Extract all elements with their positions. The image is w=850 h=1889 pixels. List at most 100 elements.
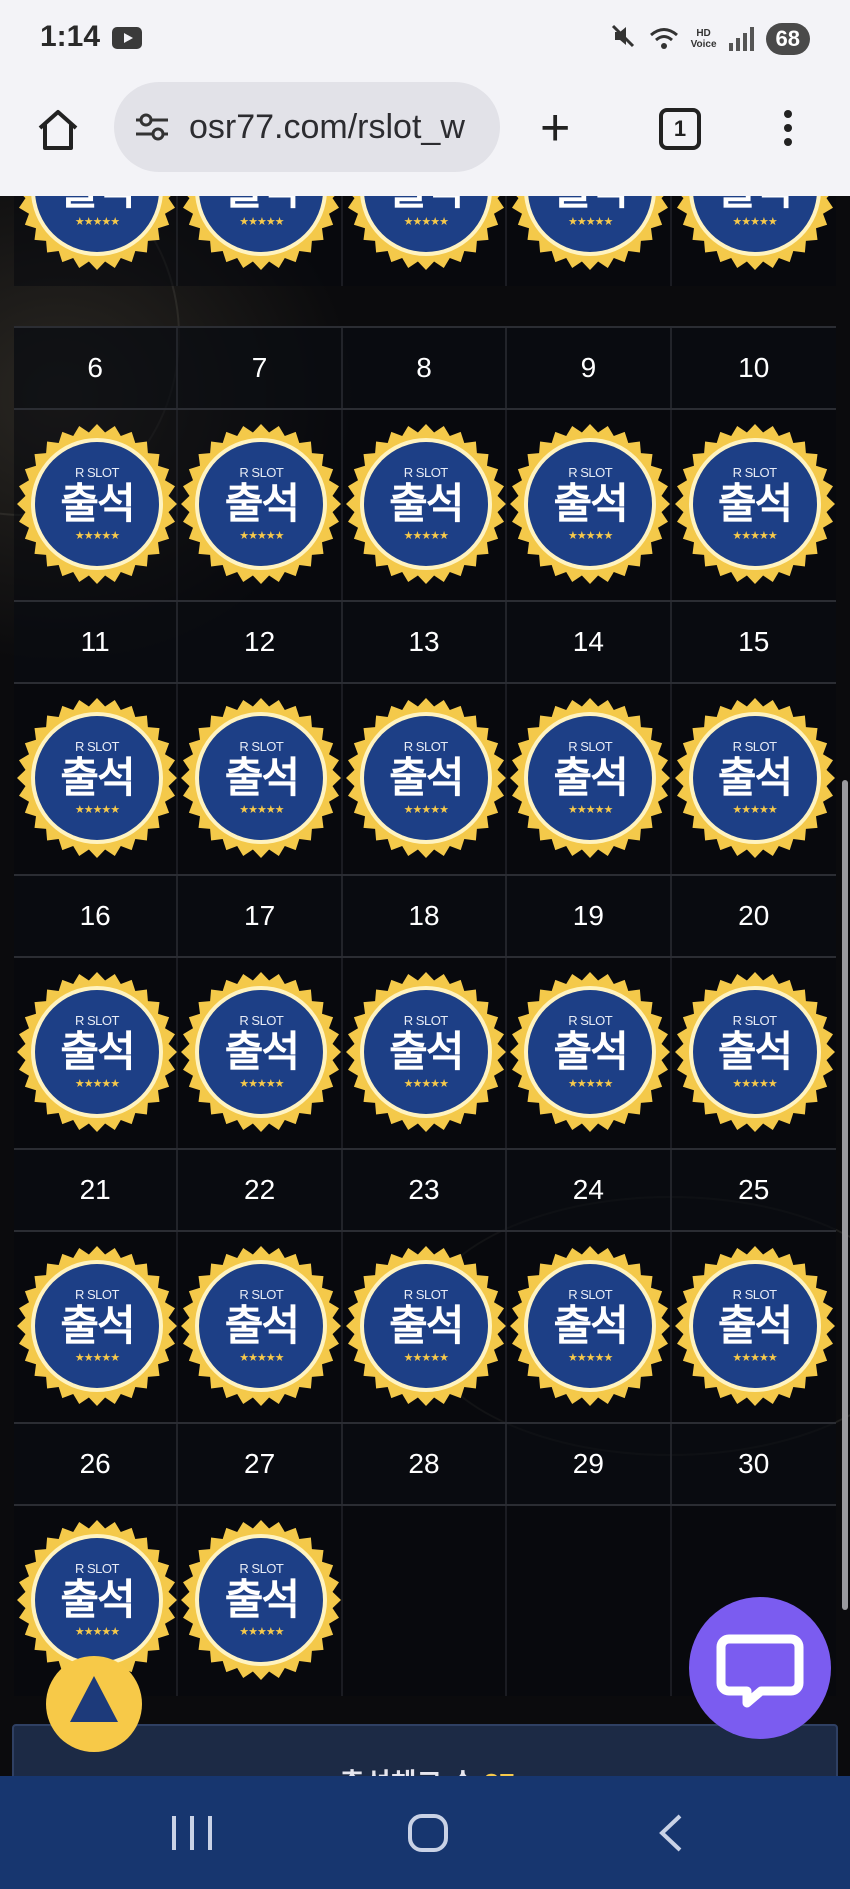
day-number: 10 [738,352,770,383]
calendar-cell: R SLOT출석★★★★★ [178,1506,343,1696]
stamp-stars: ★★★★★ [403,804,449,816]
stamp-stars: ★★★★★ [568,530,613,542]
stamp-stars: ★★★★★ [239,804,284,816]
stamp-brand-text: R SLOT [568,1013,613,1028]
day-number: 15 [738,626,770,657]
attendance-stamp: R SLOT출석 ★★★★★ [180,1245,342,1407]
stamp-main-text: 출석 [553,1028,629,1075]
attendance-stamp: R SLOT출석★★★★★ [16,196,178,271]
stamp-brand-text: R SLOT [75,1287,119,1302]
calendar-cell: R SLOT출석★★★★★ [342,684,508,874]
stamp-brand-text: R SLOT [568,465,613,480]
stamp-stars: ★★★★★ [74,804,120,816]
url-text[interactable]: osr77.com/rslot_w [189,102,489,152]
calendar-cell: R SLOT출석★★★★★ [671,410,836,600]
scroll-top-button[interactable] [46,1656,142,1752]
attendance-stamp: R SLOT출석★★★★★ [16,423,178,585]
stamp-stars: ★★★★★ [239,1352,284,1364]
stamp-stars: ★★★★★ [74,530,120,542]
stamp-main-text: 출석 [224,1302,300,1349]
stamp-main-text: 출석 [553,1302,629,1349]
page-content: R SLOT출석★★★★★R SLOT출석★★★★★R SLOT출석★★★★★R… [0,196,850,1776]
recent-apps-icon[interactable] [172,1816,212,1850]
attendance-stamp: R SLOT출석★★★★★ [345,423,507,585]
stamp-main-text: 출석 [224,1576,300,1623]
stamp-stars: ★★★★★ [732,804,777,816]
new-tab-icon[interactable]: + [540,102,570,154]
attendance-stamp: R SLOT출석★★★★★ [345,697,507,859]
stamp-brand-text: R SLOT [75,1013,119,1028]
tabs-button[interactable]: 1 [659,108,701,150]
day-number: 17 [178,876,343,956]
attendance-stamp: R SLOT출석★★★★★ [16,1245,178,1407]
day-number: 12 [178,602,343,682]
stamp-stars: ★★★★★ [732,216,777,228]
attendance-stamp: R SLOT출석 ★★★★★ [509,423,671,585]
stamp-brand-text: R SLOT [239,1287,284,1302]
home-button[interactable] [408,1814,448,1852]
signal-icon [728,27,754,51]
youtube-icon [112,27,142,49]
stamp-main-text: 출석 [389,754,464,801]
calendar-cell: R SLOT출석★★★★★ [14,958,179,1148]
stamp-stars: ★★★★★ [74,1626,120,1638]
day-number-row: 16 17 18 19 20 [14,874,836,958]
calendar-cell: R SLOT출석★★★★★ [671,958,836,1148]
calendar-cell [342,1506,508,1696]
calendar-cell: R SLOT출석★★★★★ [178,958,343,1148]
stamp-row: R SLOT출석★★★★★R SLOT출석★★★★★R SLOT출석★★★★★R… [14,684,836,874]
stamp-main-text: 출석 [717,480,793,527]
home-icon[interactable] [34,106,82,154]
stamp-main-text: 출석 [509,196,671,213]
stamp-brand-text: R SLOT [239,465,284,480]
stamp-main-text: 출석 [674,196,836,213]
stamp-main-text: 출석 [224,480,300,527]
stamp-main-text: 출석 [60,1576,135,1623]
summary-count: 27 [484,1768,515,1776]
chat-bubble-icon [716,1634,804,1708]
day-number: 8 [343,328,508,408]
attendance-stamp: R SLOT출석★★★★★ [345,971,507,1133]
calendar-cell: R SLOT출석★★★★★ [507,1232,672,1422]
stamp-stars: ★★★★★ [239,216,284,228]
stamp-stars: ★★★★★ [732,530,777,542]
stamp-stars: ★★★★★ [74,216,120,228]
day-number: 13 [343,602,508,682]
stamp-stars: ★★★★★ [732,1078,777,1090]
stamp-stars: ★★★★★ [239,1078,284,1090]
calendar-cell: R SLOT출석★★★★★ [342,410,508,600]
calendar-cell: R SLOT출석★★★★★ [507,684,672,874]
day-number: 9 [507,328,672,408]
attendance-stamp: R SLOT출석★★★★★ [180,196,342,271]
stamp-main-text: 출석 [717,1028,793,1075]
calendar-cell [507,1506,672,1696]
scrollbar[interactable] [842,780,848,1610]
attendance-stamp: R SLOT출석★★★★★ [16,971,178,1133]
calendar-cell: R SLOT출석★★★★★ [342,196,508,286]
day-number: 16 [14,876,179,956]
attendance-stamp: R SLOT출석★★★★★ [674,1245,836,1407]
address-bar[interactable]: osr77.com/rslot_w [114,82,500,172]
stamp-main-text: 출석 [717,754,793,801]
status-time: 1:14 [40,20,101,53]
stamp-stars: ★★★★★ [568,804,613,816]
calendar-cell: R SLOT출석★★★★★ [178,684,343,874]
chat-button[interactable] [689,1597,831,1739]
calendar-cell: R SLOT출석★★★★★ [14,1232,179,1422]
stamp-stars: ★★★★★ [403,1078,449,1090]
calendar-cell: R SLOT출석★★★★★ [14,410,179,600]
day-number: 29 [507,1424,672,1504]
day-number-row: 6 7 8 9 10 [14,326,836,410]
stamp-main-text: 출석 [60,1302,135,1349]
site-settings-icon[interactable] [134,110,170,144]
stamp-main-text: 출석 [553,480,629,527]
calendar-cell: R SLOT출석★★★★★ [14,196,179,286]
day-number: 30 [738,1448,770,1479]
day-number: 18 [343,876,508,956]
menu-icon[interactable] [784,110,794,150]
day-number: 26 [14,1424,179,1504]
day-number: 20 [738,900,770,931]
stamp-brand-text: R SLOT [732,1287,777,1302]
stamp-main-text: 출석 [180,196,342,213]
back-icon[interactable] [652,1812,692,1854]
